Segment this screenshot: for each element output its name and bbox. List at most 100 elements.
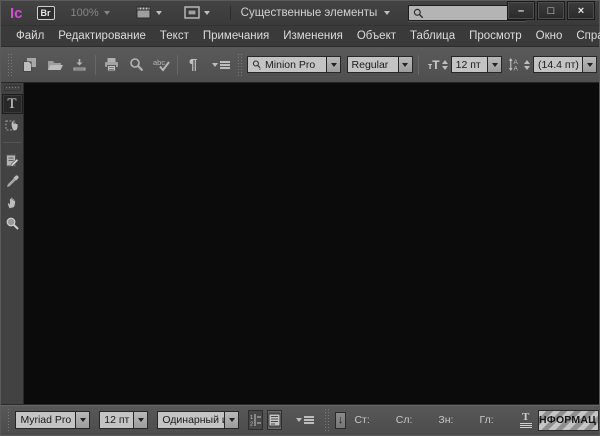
zoom-tool-icon (5, 216, 20, 231)
search-input[interactable] (427, 8, 517, 19)
type-tool-icon: T (7, 96, 16, 113)
type-tool[interactable]: T (2, 94, 23, 114)
menu-notes[interactable]: Примечания (196, 27, 276, 45)
toolbar-separator (95, 55, 96, 75)
find-button[interactable] (124, 53, 149, 77)
status-leading-value: Одинарный и (162, 414, 224, 426)
chevron-down-icon (384, 11, 390, 15)
menu-table[interactable]: Таблица (403, 27, 462, 45)
tools-divider (3, 142, 22, 143)
minimize-button[interactable]: – (507, 1, 535, 20)
copyfit-jump-button[interactable]: ↓ (335, 412, 347, 429)
window-controls: – □ × (507, 1, 595, 20)
chevron-down-icon (331, 63, 337, 67)
toolbar-grip[interactable] (237, 53, 243, 77)
font-size-stepper[interactable] (442, 60, 448, 70)
screen-mode-button[interactable] (180, 4, 214, 22)
copyfit-message: НЕТ ИНФОРМАЦ (538, 414, 596, 426)
page-preview-icon (268, 413, 281, 427)
font-style-combo[interactable]: Regular (347, 56, 413, 73)
new-document-icon (22, 57, 38, 72)
incopy-logo: Ic (10, 5, 23, 22)
print-button[interactable] (99, 53, 124, 77)
leading-value: (14.4 пт) (538, 59, 579, 71)
search-icon (413, 8, 424, 19)
chevron-down-icon (204, 11, 210, 15)
layout-view-button[interactable] (267, 410, 282, 430)
font-style-dropdown-button[interactable] (398, 56, 413, 73)
chevron-down-icon (80, 418, 86, 422)
app-toolbar: abc ¶ Minion Pro (1, 47, 599, 83)
eyedropper-icon (5, 174, 20, 189)
leading-stepper[interactable] (524, 60, 530, 70)
words-count-label: Сл: (396, 414, 413, 426)
galley-view-button[interactable]: 1 2 (248, 410, 263, 430)
panel-menu-lines-icon (304, 416, 314, 424)
view-options-icon (136, 6, 153, 20)
font-size-icon: тT (428, 58, 440, 72)
copyfit-icon: T (520, 412, 532, 428)
panel-menu-icon (212, 61, 230, 69)
bridge-button[interactable]: Br (37, 6, 55, 20)
statusbar-panel-menu-button[interactable] (296, 416, 314, 424)
position-tool[interactable] (2, 115, 23, 135)
hand-tool[interactable] (2, 192, 23, 212)
zoom-level-dropdown[interactable]: 100% (71, 7, 110, 19)
statusbar-grip[interactable] (324, 408, 328, 432)
status-font-family-combo[interactable]: Myriad Pro (15, 411, 90, 429)
font-family-combo[interactable]: Minion Pro (247, 56, 341, 73)
menu-help[interactable]: Справка (569, 27, 600, 45)
statusbar-grip[interactable] (7, 408, 11, 432)
zoom-tool[interactable] (2, 213, 23, 233)
status-font-family-dropdown-button[interactable] (75, 411, 90, 429)
svg-text:2: 2 (250, 422, 253, 428)
menu-file[interactable]: Файл (9, 27, 51, 45)
status-font-size-combo[interactable]: 12 пт (99, 411, 148, 429)
leading-combo[interactable]: (14.4 пт) (533, 56, 597, 73)
new-document-button[interactable] (17, 53, 42, 77)
menu-view[interactable]: Просмотр (462, 27, 529, 45)
menu-edit[interactable]: Редактирование (51, 27, 153, 45)
menu-object[interactable]: Объект (350, 27, 403, 45)
note-tool[interactable] (2, 150, 23, 170)
workspace-switcher[interactable]: Существенные элементы (241, 7, 391, 19)
tools-panel: T (1, 83, 24, 404)
chevron-down-icon (138, 418, 144, 422)
pilcrow-icon: ¶ (189, 56, 197, 73)
document-canvas[interactable] (24, 83, 599, 404)
chevron-down-icon (156, 11, 162, 15)
search-icon (129, 57, 144, 72)
maximize-button[interactable]: □ (537, 1, 565, 20)
status-font-size-value: 12 пт (104, 414, 129, 426)
screen-mode-icon (184, 6, 201, 20)
note-tool-icon (5, 153, 20, 168)
chevron-down-icon (492, 63, 498, 67)
svg-text:abc: abc (153, 58, 165, 67)
hand-tool-icon (5, 195, 20, 210)
view-options-button[interactable] (132, 4, 166, 22)
open-document-button[interactable] (42, 53, 67, 77)
font-style-value: Regular (352, 59, 389, 71)
save-content-button[interactable] (67, 53, 92, 77)
panel-menu-icon (296, 418, 302, 422)
toolbar-grip[interactable] (7, 53, 13, 77)
spellcheck-button[interactable]: abc (149, 53, 174, 77)
eyedropper-tool[interactable] (2, 171, 23, 191)
chevron-down-icon (104, 11, 110, 15)
font-size-combo[interactable]: 12 пт (451, 56, 503, 73)
menu-type[interactable]: Текст (153, 27, 196, 45)
menu-changes[interactable]: Изменения (276, 27, 350, 45)
status-leading-dropdown-button[interactable] (224, 411, 239, 429)
font-family-dropdown-button[interactable] (326, 56, 341, 73)
leading-dropdown-button[interactable] (582, 56, 597, 73)
tools-panel-grip[interactable] (4, 85, 21, 91)
status-font-size-dropdown-button[interactable] (133, 411, 148, 429)
menu-window[interactable]: Окно (529, 27, 570, 45)
font-size-dropdown-button[interactable] (487, 56, 502, 73)
chevron-down-icon (229, 418, 235, 422)
position-tool-icon (5, 118, 20, 133)
toolbar-panel-menu-button[interactable] (206, 53, 233, 77)
show-hidden-characters-button[interactable]: ¶ (181, 53, 206, 77)
close-button[interactable]: × (567, 1, 595, 20)
status-leading-combo[interactable]: Одинарный и (157, 411, 239, 429)
